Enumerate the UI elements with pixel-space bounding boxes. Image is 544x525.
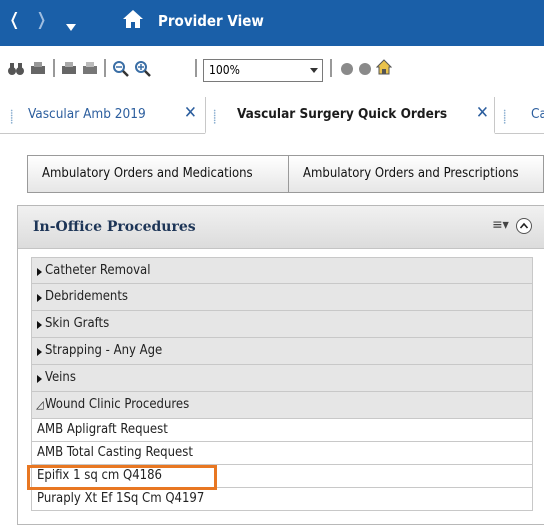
back-arrow-icon[interactable]: ❬ [8,10,21,30]
close-icon[interactable]: ✕ [184,103,197,123]
folder-strapping-any-age[interactable]: Strapping - Any Age [31,338,533,365]
panel-header: In-Office Procedures ≡▾ [18,206,544,249]
home-icon[interactable] [122,9,144,33]
button-label: Ambulatory Orders and Medications [42,166,253,181]
binoculars-icon[interactable] [8,61,24,75]
expand-arrow-icon [37,268,42,276]
order-item-label: Puraply Xt Ef 1Sq Cm Q4197 [37,491,205,506]
tab-label: Ca [531,106,544,122]
print-icon[interactable] [30,61,45,75]
home-page-icon[interactable] [375,59,393,75]
close-icon[interactable]: ✕ [476,103,489,123]
zoom-value: 100% [209,63,240,77]
drag-handle-icon[interactable]: ⸽ [503,107,507,125]
folder-label: Strapping - Any Age [45,343,163,358]
toolbar-divider [195,59,197,77]
folder-label: Wound Clinic Procedures [45,397,190,412]
ambulatory-orders-medications-button[interactable]: Ambulatory Orders and Medications [27,155,289,193]
back-circle-icon[interactable] [340,61,354,75]
print-preview-icon[interactable] [61,61,76,75]
title-bar: ❬ ❭ Provider View [0,0,544,46]
folder-label: Debridements [45,289,128,304]
zoom-select[interactable]: 100% [203,59,323,82]
folder-skin-grafts[interactable]: Skin Grafts [31,311,533,338]
zoom-out-icon[interactable] [113,61,129,77]
tab-vascular-surgery-quick-orders[interactable]: ⸽ Vascular Surgery Quick Orders ✕ [205,97,495,134]
tab-label: Vascular Amb 2019 [28,106,146,122]
folder-label: Catheter Removal [45,263,151,278]
folder-catheter-removal[interactable]: Catheter Removal [31,257,533,284]
menu-icon[interactable]: ≡▾ [492,217,509,233]
folder-veins[interactable]: Veins [31,365,533,392]
button-label: Ambulatory Orders and Prescriptions [303,166,519,181]
page-setup-icon[interactable] [82,61,97,75]
order-item-puraply[interactable]: Puraply Xt Ef 1Sq Cm Q4197 [31,488,533,511]
folder-wound-clinic-procedures[interactable]: ◿ Wound Clinic Procedures [31,392,533,419]
window-title: Provider View [158,12,264,30]
drag-handle-icon[interactable]: ⸽ [213,107,217,125]
drag-handle-icon[interactable]: ⸽ [10,107,14,125]
tab-vascular-amb-2019[interactable]: ⸽ Vascular Amb 2019 ✕ [0,97,205,132]
expand-arrow-icon [37,321,42,329]
highlight-box [27,465,217,490]
tab-strip: ⸽ Vascular Amb 2019 ✕ ⸽ Vascular Surgery… [0,97,544,134]
folder-label: Skin Grafts [45,316,110,331]
toolbar-divider [53,59,55,77]
chevron-down-icon [310,68,318,73]
tab-partial[interactable]: ⸽ Ca [495,97,544,132]
toolbar-divider [104,59,106,77]
ambulatory-orders-prescriptions-button[interactable]: Ambulatory Orders and Prescriptions [288,155,544,193]
dropdown-caret-icon[interactable] [66,16,76,36]
zoom-in-icon[interactable] [135,61,151,77]
tab-label: Vascular Surgery Quick Orders [237,106,448,122]
expand-arrow-icon [37,348,42,356]
folder-debridements[interactable]: Debridements [31,284,533,311]
panel-title: In-Office Procedures [33,219,196,235]
collapse-icon[interactable] [516,218,532,234]
order-item-label: AMB Total Casting Request [37,445,193,460]
folder-label: Veins [45,370,76,385]
forward-circle-icon[interactable] [358,61,372,75]
order-item-amb-total-casting-request[interactable]: AMB Total Casting Request [31,442,533,465]
toolbar-divider [330,59,332,77]
collapse-arrow-icon: ◿ [36,398,44,411]
forward-arrow-icon[interactable]: ❭ [35,10,48,30]
order-item-amb-apligraft-request[interactable]: AMB Apligraft Request [31,419,533,442]
order-item-label: AMB Apligraft Request [37,422,168,437]
expand-arrow-icon [37,294,42,302]
expand-arrow-icon [37,375,42,383]
